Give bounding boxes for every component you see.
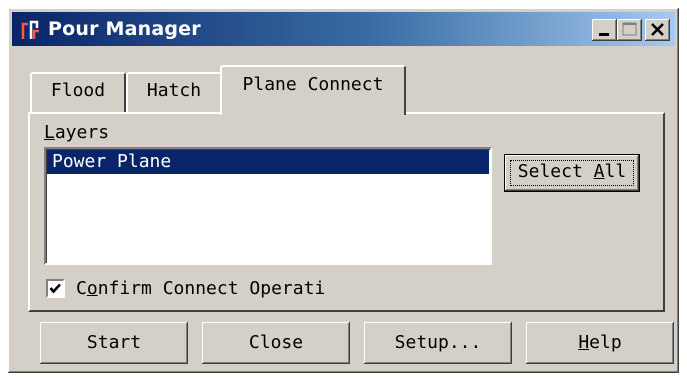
maximize-button[interactable] [617, 19, 642, 41]
confirm-connect-label: Confirm Connect Operati [76, 278, 326, 299]
close-icon [651, 23, 664, 36]
start-button[interactable]: Start [40, 322, 188, 364]
title-bar[interactable]: Pour Manager [12, 12, 675, 46]
minimize-button[interactable] [592, 19, 617, 41]
maximize-icon [622, 22, 637, 36]
close-button[interactable]: Close [202, 322, 350, 364]
layers-listbox[interactable]: Power Plane [44, 147, 492, 265]
help-button[interactable]: Help [526, 322, 674, 364]
checkmark-icon [49, 283, 61, 294]
confirm-connect-checkbox[interactable] [46, 279, 65, 298]
tab-plane-connect[interactable]: Plane Connect [220, 65, 406, 115]
select-all-button[interactable]: Select All [504, 154, 640, 192]
pour-manager-app-icon [21, 20, 39, 39]
close-window-button[interactable] [645, 19, 670, 41]
window-title: Pour Manager [48, 18, 201, 40]
tab-flood[interactable]: Flood [30, 72, 126, 112]
tab-hatch[interactable]: Hatch [126, 72, 222, 112]
minimize-icon [599, 33, 609, 36]
plane-connect-panel: Layers Power Plane Select All Confirm Co… [28, 112, 665, 312]
setup-button[interactable]: Setup... [364, 322, 512, 364]
pour-manager-window: Pour Manager Flood Hatch Plane Connect L… [8, 8, 679, 373]
layers-label: Layers [44, 122, 110, 143]
layer-item-power-plane[interactable]: Power Plane [47, 150, 489, 174]
